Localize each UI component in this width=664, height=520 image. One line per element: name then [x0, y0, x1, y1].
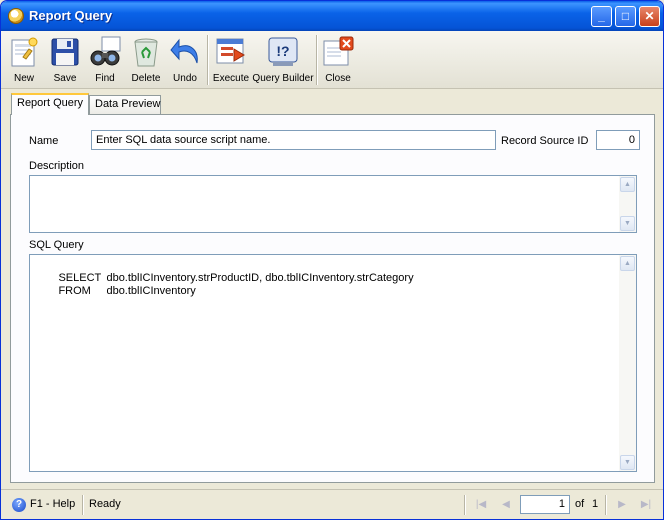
status-bar: ? F1 - Help Ready |◀ ◀ 1 of 1 ▶ ▶| [1, 489, 663, 519]
close-button[interactable]: Close [321, 33, 355, 87]
toolbar: New Save Find Delete Undo Execute !? Que… [1, 31, 663, 89]
scroll-up-arrow[interactable]: ▲ [620, 177, 635, 192]
name-input[interactable]: Enter SQL data source script name. [91, 130, 496, 150]
new-label: New [13, 73, 34, 84]
sql-query-label: SQL Query [29, 239, 84, 251]
description-scrollbar[interactable]: ▲ ▼ [619, 176, 636, 232]
recycle-bin-icon [134, 38, 158, 67]
last-page-icon[interactable]: ▶| [638, 497, 654, 513]
title-bar[interactable]: Report Query _ □ ✕ [1, 1, 663, 31]
scroll-down-arrow[interactable]: ▼ [620, 455, 635, 470]
undo-label: Undo [173, 73, 197, 84]
execute-icon [216, 38, 245, 64]
scroll-down-arrow[interactable]: ▼ [620, 216, 635, 231]
new-document-icon [11, 37, 38, 67]
delete-button[interactable]: Delete [128, 33, 164, 87]
status-separator [605, 495, 607, 515]
report-query-panel: Name Enter SQL data source script name. … [10, 114, 655, 483]
status-separator [82, 495, 84, 515]
report-app-icon[interactable] [8, 8, 24, 24]
toolbar-separator [207, 35, 209, 85]
record-source-id-label: Record Source ID [501, 135, 589, 147]
previous-page-icon[interactable]: ◀ [498, 497, 514, 513]
new-button[interactable]: New [7, 33, 41, 87]
query-builder-button[interactable]: !? Query Builder [252, 33, 314, 87]
floppy-disk-icon [51, 38, 79, 66]
close-label: Close [325, 73, 351, 84]
sql-text: dbo.tblICInventory [106, 285, 196, 297]
binoculars-icon [90, 36, 121, 66]
query-builder-label: Query Builder [252, 73, 314, 84]
undo-button[interactable]: Undo [169, 33, 201, 87]
total-pages: 1 [592, 498, 599, 510]
name-label: Name [29, 135, 59, 147]
sql-line: FROM dbo.tblICInventory [34, 273, 196, 309]
status-text: Ready [89, 498, 121, 510]
description-label: Description [29, 160, 85, 172]
tab-data-preview[interactable]: Data Preview [89, 95, 161, 114]
save-button[interactable]: Save [48, 33, 82, 87]
status-separator [464, 495, 466, 515]
record-source-id-input[interactable]: 0 [596, 130, 640, 150]
sql-keyword: FROM [58, 285, 91, 297]
sql-query-textarea[interactable]: SELECT dbo.tblICInventory.strProductID, d… [29, 254, 637, 472]
of-label: of [575, 498, 585, 510]
scroll-up-arrow[interactable]: ▲ [620, 256, 635, 271]
execute-button[interactable]: Execute [212, 33, 250, 87]
save-label: Save [53, 73, 77, 84]
page-number-input[interactable]: 1 [520, 495, 570, 514]
report-query-window: Report Query _ □ ✕ New Save Find Delete … [0, 0, 664, 520]
next-page-icon[interactable]: ▶ [614, 497, 630, 513]
description-textarea[interactable]: ▲ ▼ [29, 175, 637, 233]
execute-label: Execute [212, 73, 250, 84]
minimize-button[interactable]: _ [591, 6, 612, 27]
close-window-button[interactable]: ✕ [639, 6, 660, 27]
tab-report-query-label: Report Query [17, 97, 84, 109]
first-page-icon[interactable]: |◀ [473, 497, 489, 513]
svg-text:!?: !? [276, 43, 289, 59]
window-title: Report Query [29, 8, 113, 23]
delete-label: Delete [131, 73, 161, 84]
help-text[interactable]: F1 - Help [30, 498, 75, 510]
tab-report-query[interactable]: Report Query [11, 93, 89, 115]
tab-data-preview-label: Data Preview [95, 98, 161, 110]
close-form-icon [323, 36, 354, 66]
sql-query-scrollbar[interactable]: ▲ ▼ [619, 255, 636, 471]
toolbar-separator [316, 35, 318, 85]
maximize-button[interactable]: □ [615, 6, 636, 27]
query-builder-icon: !? [268, 37, 298, 66]
find-button[interactable]: Find [87, 33, 123, 87]
undo-arrow-icon [170, 38, 198, 64]
help-icon[interactable]: ? [12, 498, 26, 512]
find-label: Find [95, 73, 115, 84]
